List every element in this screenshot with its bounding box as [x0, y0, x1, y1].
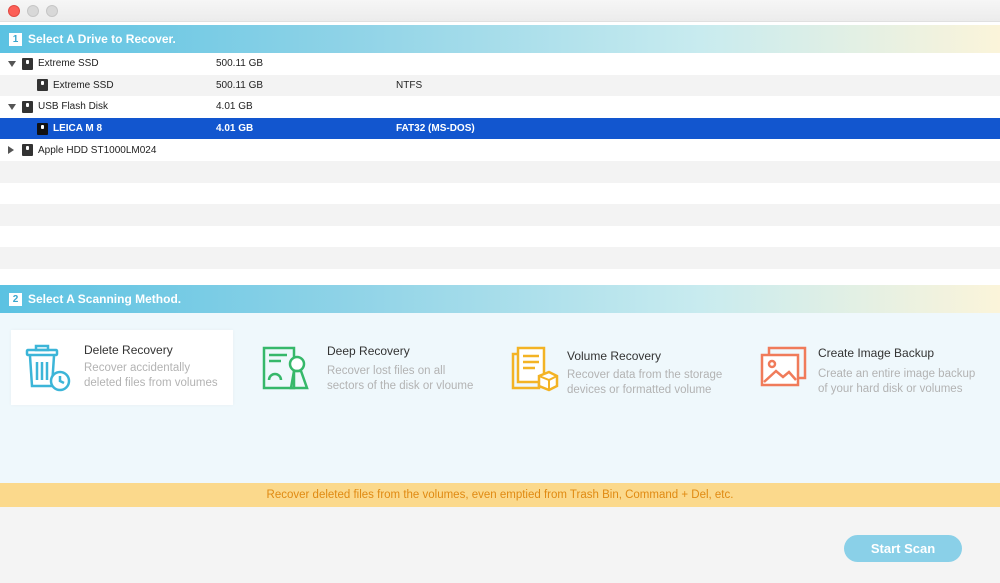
- drive-row[interactable]: Extreme SSD 500.11 GB: [0, 53, 1000, 75]
- scan-methods-panel: Delete Recovery Recover accidentally dele…: [0, 313, 1000, 483]
- drive-name: LEICA M 8: [53, 123, 103, 135]
- drive-size: 500.11 GB: [216, 58, 264, 70]
- hint-bar: Recover deleted files from the volumes, …: [0, 483, 1000, 507]
- drive-size: 500.11 GB: [216, 79, 264, 91]
- empty-row: [0, 247, 1000, 269]
- step-badge: 2: [9, 292, 22, 306]
- expand-down-icon[interactable]: [8, 103, 16, 110]
- document-search-icon: [262, 346, 309, 390]
- drive-name: Extreme SSD: [38, 58, 99, 70]
- section-title: Select A Drive to Recover.: [28, 32, 176, 46]
- drive-row[interactable]: Apple HDD ST1000LM024: [0, 139, 1000, 161]
- method-description: Recover data from the storage devices or …: [567, 369, 723, 396]
- drive-section-header: 1 Select A Drive to Recover.: [0, 25, 1000, 53]
- title-bar: [0, 0, 1000, 22]
- window-minimize-button[interactable]: [27, 5, 39, 17]
- empty-row: [0, 183, 1000, 205]
- deep-recovery-option[interactable]: Deep Recovery Recover lost files on all s…: [255, 330, 490, 405]
- window-close-button[interactable]: [8, 5, 20, 17]
- drive-name: Apple HDD ST1000LM024: [38, 144, 157, 156]
- window-zoom-button[interactable]: [46, 5, 58, 17]
- method-title: Delete Recovery: [84, 343, 173, 357]
- empty-row: [0, 226, 1000, 248]
- section-title: Select A Scanning Method.: [28, 292, 182, 306]
- drive-row[interactable]: USB Flash Disk 4.01 GB: [0, 96, 1000, 118]
- trash-clock-icon: [25, 344, 71, 392]
- start-scan-button[interactable]: Start Scan: [844, 535, 962, 562]
- step-badge: 1: [9, 32, 22, 46]
- disk-icon: [22, 144, 33, 157]
- disk-icon: [22, 100, 33, 113]
- create-image-backup-option[interactable]: Create Image Backup Create an entire ima…: [756, 330, 996, 405]
- drive-name: USB Flash Disk: [38, 101, 109, 113]
- expand-down-icon[interactable]: [8, 60, 16, 67]
- hint-text: Recover deleted files from the volumes, …: [266, 489, 734, 501]
- footer: Start Scan: [0, 507, 1000, 583]
- empty-row: [0, 161, 1000, 183]
- disk-icon: [37, 122, 48, 135]
- drive-size: 4.01 GB: [216, 123, 254, 135]
- drive-row-selected[interactable]: LEICA M 8 4.01 GB FAT32 (MS-DOS): [0, 117, 1000, 140]
- image-backup-icon: [760, 346, 807, 387]
- drive-filesystem: NTFS: [396, 79, 423, 91]
- scan-section-header: 2 Select A Scanning Method.: [0, 285, 1000, 313]
- disk-icon: [37, 79, 48, 92]
- method-title: Create Image Backup: [818, 346, 935, 360]
- delete-recovery-option[interactable]: Delete Recovery Recover accidentally dele…: [11, 330, 233, 405]
- disk-icon: [22, 57, 33, 70]
- drive-name: Extreme SSD: [53, 79, 114, 91]
- volume-recovery-option[interactable]: Volume Recovery Recover data from the st…: [505, 330, 740, 405]
- method-title: Volume Recovery: [567, 349, 662, 363]
- drive-filesystem: FAT32 (MS-DOS): [396, 123, 475, 135]
- drive-list: Extreme SSD 500.11 GB Extreme SSD 500.11…: [0, 53, 1000, 279]
- box-documents-icon: [511, 346, 559, 392]
- method-description: Recover accidentally deleted files from v…: [84, 362, 218, 389]
- drive-size: 4.01 GB: [216, 101, 253, 113]
- method-title: Deep Recovery: [327, 344, 410, 358]
- empty-row: [0, 204, 1000, 226]
- method-description: Recover lost files on all sectors of the …: [327, 365, 474, 392]
- method-description: Create an entire image backup of your har…: [818, 368, 976, 395]
- expand-right-icon[interactable]: [8, 146, 14, 155]
- drive-row[interactable]: Extreme SSD 500.11 GB NTFS: [0, 74, 1000, 97]
